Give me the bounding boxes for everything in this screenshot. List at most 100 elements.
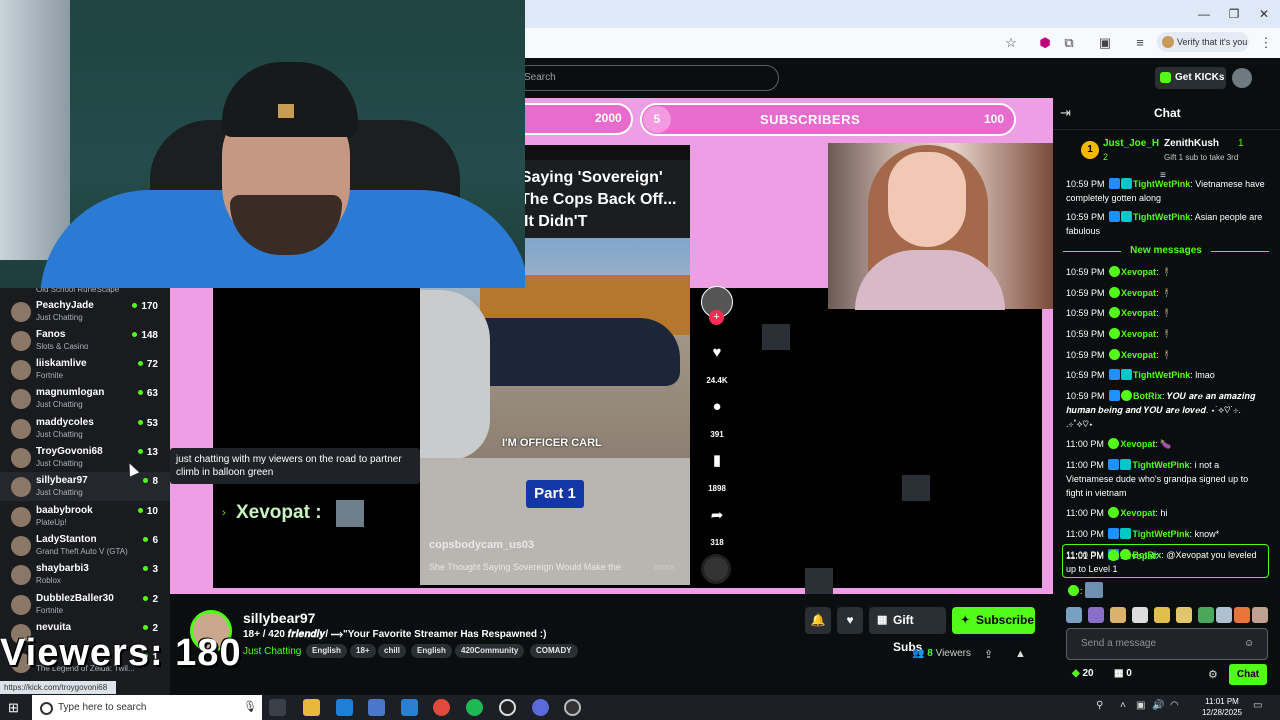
spotify-icon[interactable] bbox=[466, 699, 483, 716]
close-icon[interactable]: ✕ bbox=[1252, 4, 1276, 24]
sidebar-item-sillybear97[interactable]: sillybear97 Just Chatting 8 bbox=[0, 472, 170, 501]
kicks-balance[interactable]: 20 bbox=[1072, 668, 1093, 679]
shield-extension-icon[interactable]: ⬢ bbox=[1036, 34, 1054, 52]
subscribe-button[interactable]: Subscribe bbox=[952, 607, 1035, 634]
chat-username[interactable]: TightWetPink bbox=[1133, 212, 1190, 222]
sidebar-viewer-count: 72 bbox=[138, 359, 158, 370]
chat-username[interactable]: Xevopat bbox=[1121, 329, 1156, 339]
sidebar-item-dubblezballer30[interactable]: DubblezBaller30 Fortnite 2 bbox=[0, 590, 170, 619]
verified-icon bbox=[1108, 550, 1120, 561]
chat-username[interactable]: Xevopat bbox=[1120, 508, 1155, 518]
search-input[interactable]: Search bbox=[515, 65, 779, 91]
verify-account-chip[interactable]: Verify that it's you bbox=[1157, 32, 1249, 52]
emote-icon[interactable] bbox=[1132, 607, 1148, 623]
chat-username[interactable]: TightWetPink bbox=[1133, 179, 1190, 189]
taskbar-clock[interactable]: 11:01 PM 12/28/2025 bbox=[1194, 696, 1250, 718]
chat-username[interactable]: TightWetPink bbox=[1132, 460, 1189, 470]
restore-icon[interactable]: ❐ bbox=[1222, 4, 1246, 24]
notification-icon[interactable]: ▭ bbox=[1253, 700, 1262, 711]
tiktok-part-label: Part 1 bbox=[526, 480, 584, 508]
gift-subs-button[interactable]: Gift Subs bbox=[869, 607, 946, 654]
channel-name[interactable]: sillybear97 bbox=[243, 610, 315, 626]
user-avatar[interactable] bbox=[1232, 68, 1252, 88]
sidebar-item-troygovoni68[interactable]: TroyGovoni68 Just Chatting 13 bbox=[0, 443, 170, 472]
emoji-icon[interactable]: ☺ bbox=[1244, 638, 1254, 649]
file-explorer-icon[interactable] bbox=[303, 699, 320, 716]
windows-start-icon[interactable]: ⊞ bbox=[8, 700, 23, 715]
store-icon[interactable] bbox=[368, 699, 385, 716]
chat-username[interactable]: TightWetPink bbox=[1133, 370, 1190, 380]
mail-icon[interactable] bbox=[401, 699, 418, 716]
taskbar-search-input[interactable]: Type here to search bbox=[32, 695, 262, 720]
obs-icon[interactable] bbox=[564, 699, 581, 716]
tag[interactable]: 420Community bbox=[455, 644, 525, 658]
chat-username[interactable]: TightWetPink bbox=[1132, 529, 1189, 539]
sidebar-item-liiskamlive[interactable]: liiskamlive Fortnite 72 bbox=[0, 355, 170, 384]
more-icon[interactable]: ⋮ bbox=[1257, 34, 1275, 52]
chat-username[interactable]: Xevopat bbox=[1120, 551, 1155, 561]
screen-icon[interactable]: ▣ bbox=[1096, 34, 1114, 52]
gift-balance-value: 0 bbox=[1126, 668, 1132, 679]
report-icon[interactable]: ▲ bbox=[1015, 648, 1026, 660]
emote-icon[interactable] bbox=[1216, 607, 1232, 623]
chrome-icon[interactable] bbox=[433, 699, 450, 716]
stream-category[interactable]: Just Chatting bbox=[243, 646, 301, 657]
sidebar-item-baabybrook[interactable]: baabybrook PlateUp! 10 bbox=[0, 502, 170, 531]
heart-icon: ♥ bbox=[712, 344, 722, 361]
gift-balance[interactable]: ▦ 0 bbox=[1114, 668, 1132, 679]
star-icon[interactable]: ☆ bbox=[1002, 34, 1020, 52]
tag[interactable]: 18+ bbox=[350, 644, 376, 658]
sidebar-item-fanos[interactable]: Fanos Slots & Casino 148 bbox=[0, 326, 170, 355]
leaderboard-user-2[interactable]: ZenithKush bbox=[1164, 138, 1219, 149]
minimize-icon[interactable]: — bbox=[1192, 4, 1216, 24]
edge-icon[interactable] bbox=[336, 699, 353, 716]
emote-icon[interactable] bbox=[1154, 607, 1170, 623]
chat-username[interactable]: Xevopat bbox=[1121, 267, 1156, 277]
follow-heart-icon[interactable]: ♥ bbox=[837, 607, 863, 634]
media-icon[interactable]: ≡ bbox=[1131, 34, 1149, 52]
tag[interactable]: chill bbox=[378, 644, 407, 658]
app-icon[interactable] bbox=[499, 699, 516, 716]
wifi-icon[interactable]: ◠ bbox=[1170, 700, 1179, 711]
chat-username[interactable]: Xevopat bbox=[1121, 308, 1156, 318]
send-chat-button[interactable]: Chat bbox=[1229, 664, 1267, 685]
task-view-icon[interactable] bbox=[269, 699, 286, 716]
new-messages-divider[interactable]: New messages bbox=[1063, 244, 1269, 258]
chat-message-input[interactable]: Send a message bbox=[1066, 628, 1268, 660]
discord-icon[interactable] bbox=[532, 699, 549, 716]
stream-title: 18+ / 420 𝒇𝒓𝒊𝒆𝒏𝒅𝒍𝒚/ ⟶"Your Favorite Stre… bbox=[243, 629, 547, 640]
chevron-up-icon[interactable]: ˄ bbox=[1120, 700, 1126, 711]
chat-username[interactable]: Xevopat bbox=[1121, 288, 1156, 298]
get-kicks-button[interactable]: Get KICKs bbox=[1155, 67, 1226, 89]
chat-username[interactable]: BotRix bbox=[1133, 391, 1162, 401]
chat-text: lmao bbox=[1195, 370, 1215, 380]
sidebar-channel-category: Just Chatting bbox=[36, 459, 83, 468]
extensions-icon[interactable]: ⧉ bbox=[1060, 34, 1078, 52]
settings-gear-icon[interactable]: ⚙ bbox=[1208, 668, 1218, 681]
share-icon[interactable]: ⇪ bbox=[984, 648, 993, 661]
tray-app-icon[interactable]: ▣ bbox=[1136, 700, 1145, 711]
emote-icon[interactable] bbox=[1234, 607, 1250, 623]
microphone-icon[interactable]: 🎙 bbox=[243, 700, 257, 713]
tag[interactable]: English bbox=[306, 644, 347, 658]
volume-icon[interactable]: 🔊 bbox=[1152, 700, 1164, 711]
sidebar-item-maddycoles[interactable]: maddycoles Just Chatting 53 bbox=[0, 414, 170, 443]
emote-icon[interactable] bbox=[1110, 607, 1126, 623]
chat-username[interactable]: Xevopat bbox=[1121, 350, 1156, 360]
emote-icon[interactable] bbox=[1066, 607, 1082, 623]
collapse-chat-icon[interactable]: ⇥ bbox=[1060, 105, 1071, 121]
sidebar-item-peachyjade[interactable]: PeachyJade Just Chatting 170 bbox=[0, 297, 170, 326]
chat-username[interactable]: Xevopat bbox=[1120, 439, 1155, 449]
network-person-icon[interactable]: ⚲ bbox=[1096, 700, 1103, 711]
tag[interactable]: COMADY bbox=[530, 644, 578, 658]
emote-icon[interactable] bbox=[1198, 607, 1214, 623]
tag[interactable]: English bbox=[411, 644, 452, 658]
leaderboard-user-1[interactable]: Just_Joe_H bbox=[1103, 138, 1159, 149]
emote-icon[interactable] bbox=[1088, 607, 1104, 623]
sidebar-item-magnumlogan[interactable]: magnumlogan Just Chatting 63 bbox=[0, 384, 170, 413]
sidebar-item-shaybarbi3[interactable]: shaybarbi3 Roblox 3 bbox=[0, 560, 170, 589]
sidebar-item-ladystanton[interactable]: LadyStanton Grand Theft Auto V (GTA) 6 bbox=[0, 531, 170, 560]
emote-icon[interactable] bbox=[1176, 607, 1192, 623]
emote-icon[interactable] bbox=[1252, 607, 1268, 623]
bell-icon[interactable]: 🔔 bbox=[805, 607, 831, 634]
